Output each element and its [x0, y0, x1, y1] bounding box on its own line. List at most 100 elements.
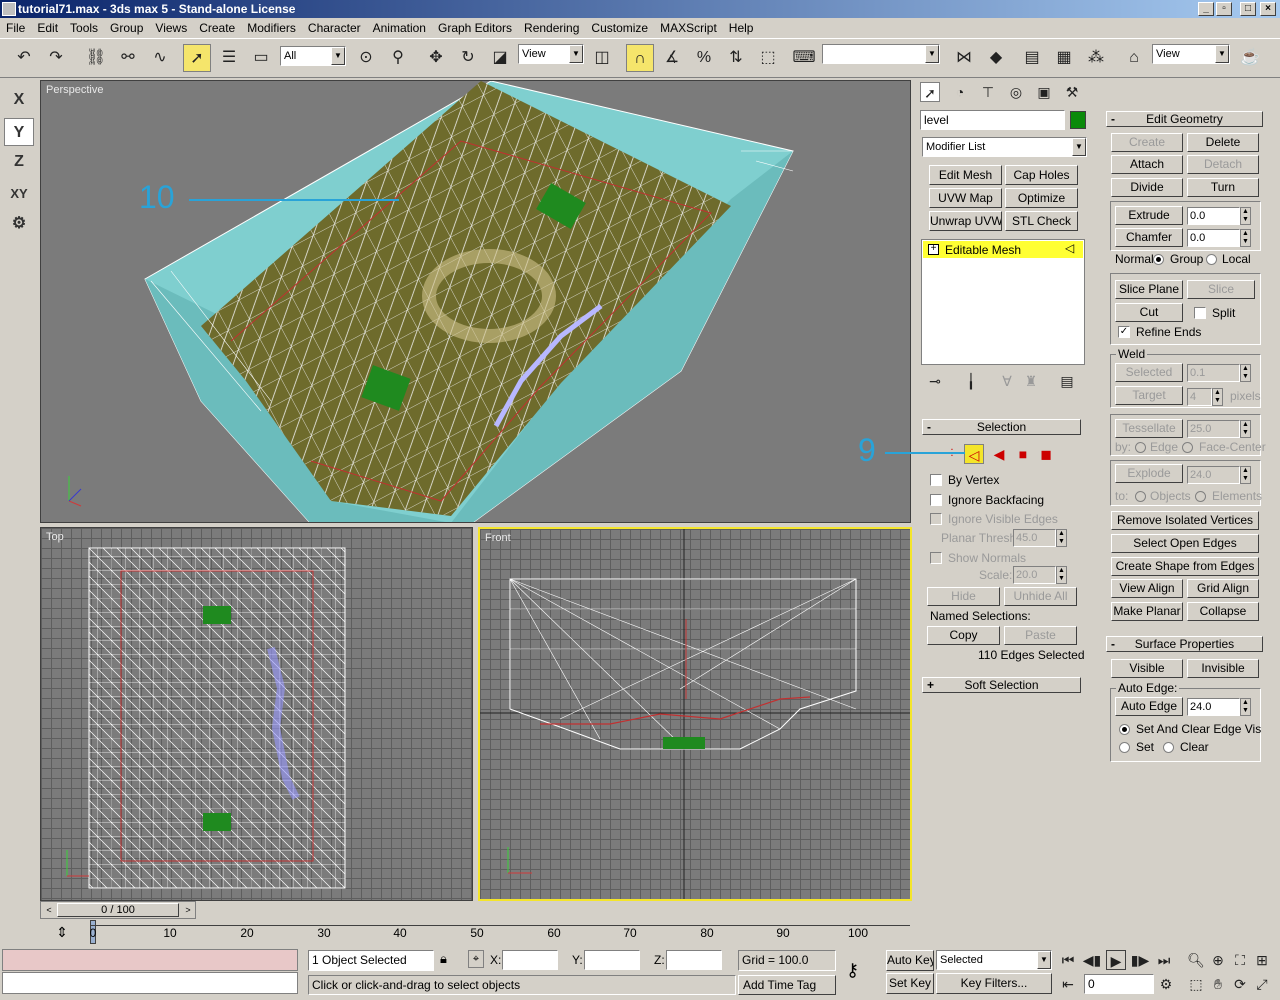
absolute-mode-toggle-icon[interactable]: ⌖	[468, 950, 484, 968]
tessellate-face-center-radio[interactable]	[1182, 442, 1193, 453]
grid-align-button[interactable]: Grid Align	[1187, 579, 1259, 598]
select-manipulate-icon[interactable]: ⚲	[384, 44, 412, 72]
menu-file[interactable]: File	[0, 18, 31, 38]
show-end-result-icon[interactable]: ╽	[961, 371, 981, 391]
invisible-button[interactable]: Invisible	[1187, 659, 1259, 678]
utilities-tab-icon[interactable]: ⚒	[1062, 82, 1082, 102]
pin-stack-icon[interactable]: ⊸	[925, 371, 945, 391]
auto-key-button[interactable]: Auto Key	[886, 950, 934, 971]
maximize-button[interactable]: □	[1240, 2, 1256, 16]
select-object-icon[interactable]: ➚	[183, 44, 211, 72]
restrict-y-button[interactable]: Y	[4, 118, 34, 146]
extrude-amount-spinner[interactable]: 0.0 ▲ ▼	[1187, 207, 1251, 225]
next-frame-arrow-icon[interactable]: >	[181, 903, 195, 917]
selection-filter-dropdown[interactable]: All ▼	[280, 46, 346, 66]
material-editor-icon[interactable]: ⁂	[1082, 44, 1110, 72]
zoom-all-icon[interactable]: ⊕	[1208, 950, 1228, 970]
undo-icon[interactable]: ↶	[10, 44, 38, 72]
perspective-viewport[interactable]: Perspective 10	[40, 80, 911, 523]
chamfer-amount-spinner[interactable]: 0.0 ▲ ▼	[1187, 229, 1251, 247]
weld-threshold-spinner[interactable]: 0.1 ▲ ▼	[1187, 364, 1251, 382]
track-view-icon[interactable]: ▤	[1018, 44, 1046, 72]
view-align-button[interactable]: View Align	[1111, 579, 1183, 598]
transform-gizmo-icon[interactable]: ⚙	[4, 210, 34, 238]
element-level-icon[interactable]: ◼	[1036, 444, 1056, 464]
copy-button[interactable]: Copy	[927, 626, 1000, 645]
unwrap-uvw-button[interactable]: Unwrap UVW	[929, 211, 1002, 231]
menu-help[interactable]: Help	[723, 18, 760, 38]
menu-group[interactable]: Group	[104, 18, 149, 38]
modify-tab-icon[interactable]: ◔	[950, 82, 970, 102]
select-and-scale-icon[interactable]: ◪	[486, 44, 514, 72]
restrict-z-button[interactable]: Z	[4, 148, 34, 176]
motion-tab-icon[interactable]: ◎	[1006, 82, 1026, 102]
extrude-button[interactable]: Extrude	[1115, 206, 1183, 225]
select-and-move-icon[interactable]: ✥	[422, 44, 450, 72]
menu-animation[interactable]: Animation	[367, 18, 432, 38]
rectangle-selection-icon[interactable]: ▭	[247, 44, 275, 72]
cut-button[interactable]: Cut	[1115, 303, 1183, 322]
delete-button[interactable]: Delete	[1187, 133, 1259, 152]
next-frame-icon[interactable]: ▮▶	[1130, 950, 1150, 970]
unhide-all-button[interactable]: Unhide All	[1004, 587, 1077, 606]
current-frame-field[interactable]: 0	[1084, 974, 1154, 994]
angle-snap-icon[interactable]: ∡	[658, 44, 686, 72]
menu-views[interactable]: Views	[149, 18, 193, 38]
quick-render-teapot-icon[interactable]: ☕	[1236, 44, 1264, 72]
lock-selection-icon[interactable]: 🔒︎	[440, 951, 447, 967]
auto-edge-threshold-spinner[interactable]: 24.0 ▲ ▼	[1187, 698, 1251, 716]
set-and-clear-radio[interactable]	[1119, 724, 1130, 735]
zoom-extents-all-icon[interactable]: ⊞	[1252, 950, 1272, 970]
minimize-button[interactable]: _	[1198, 2, 1214, 16]
make-planar-button[interactable]: Make Planar	[1111, 602, 1183, 621]
surface-properties-rollout-header[interactable]: - Surface Properties	[1106, 636, 1263, 652]
zoom-extents-icon[interactable]: ⛶	[1230, 950, 1250, 970]
expand-icon[interactable]: +	[928, 244, 939, 255]
menu-tools[interactable]: Tools	[64, 18, 104, 38]
edit-mesh-button[interactable]: Edit Mesh	[929, 165, 1002, 185]
mirror-icon[interactable]: ⋈	[950, 44, 978, 72]
weld-target-pixels-spinner[interactable]: 4 ▲ ▼	[1187, 388, 1223, 406]
select-by-name-icon[interactable]: ☰	[215, 44, 243, 72]
menu-graph-editors[interactable]: Graph Editors	[432, 18, 518, 38]
normal-scale-spinner[interactable]: 20.0 ▲ ▼	[1013, 566, 1067, 584]
display-tab-icon[interactable]: ▣	[1034, 82, 1054, 102]
close-button[interactable]: ×	[1260, 2, 1276, 16]
hierarchy-tab-icon[interactable]: ⊤	[978, 82, 998, 102]
set-key-button[interactable]: Set Key	[886, 973, 934, 994]
unlink-icon[interactable]: ⚯	[114, 44, 142, 72]
bind-space-warp-icon[interactable]: ∿	[146, 44, 174, 72]
face-level-icon[interactable]: ◀	[989, 444, 1009, 464]
planar-thresh-spinner[interactable]: 45.0 ▲ ▼	[1013, 529, 1067, 547]
edit-geometry-rollout-header[interactable]: - Edit Geometry	[1106, 111, 1263, 127]
front-viewport[interactable]: Front	[478, 527, 912, 901]
reference-coordinate-dropdown[interactable]: View ▼	[518, 44, 584, 64]
create-tab-icon[interactable]: ➚	[920, 82, 940, 102]
top-viewport[interactable]: Top	[40, 527, 473, 901]
edit-named-selections-icon[interactable]: ⬚	[754, 44, 782, 72]
percent-snap-icon[interactable]: %	[690, 44, 718, 72]
detach-button[interactable]: Detach	[1187, 155, 1259, 174]
redo-icon[interactable]: ↷	[42, 44, 70, 72]
normal-group-radio[interactable]	[1153, 254, 1164, 265]
select-and-manipulate-icon[interactable]: ⊙	[352, 44, 380, 72]
render-scene-icon[interactable]: ⌂	[1120, 44, 1148, 72]
set-key-mode-key-icon[interactable]: ⚷	[846, 960, 859, 981]
select-and-rotate-icon[interactable]: ↻	[454, 44, 482, 72]
menu-create[interactable]: Create	[193, 18, 241, 38]
collapse-button[interactable]: Collapse	[1187, 602, 1259, 621]
tessellate-tension-spinner[interactable]: 25.0 ▲ ▼	[1187, 420, 1251, 438]
slice-button[interactable]: Slice	[1187, 280, 1255, 299]
key-mode-dropdown[interactable]: Selected ▼	[936, 950, 1052, 970]
restrict-xy-button[interactable]: XY	[4, 180, 34, 208]
paste-button[interactable]: Paste	[1004, 626, 1077, 645]
clear-radio[interactable]	[1163, 742, 1174, 753]
track-bar[interactable]: 0 10 20 30 40 50 60 70 80 90 100	[90, 920, 910, 946]
prev-frame-arrow-icon[interactable]: <	[42, 903, 56, 917]
object-color-swatch[interactable]	[1070, 111, 1086, 129]
selection-rollout-header[interactable]: - Selection	[922, 419, 1081, 435]
restrict-x-button[interactable]: X	[4, 86, 34, 114]
explode-button[interactable]: Explode	[1115, 464, 1183, 483]
edge-level-icon[interactable]: ◁	[964, 444, 984, 464]
align-icon[interactable]: ◆	[982, 44, 1010, 72]
